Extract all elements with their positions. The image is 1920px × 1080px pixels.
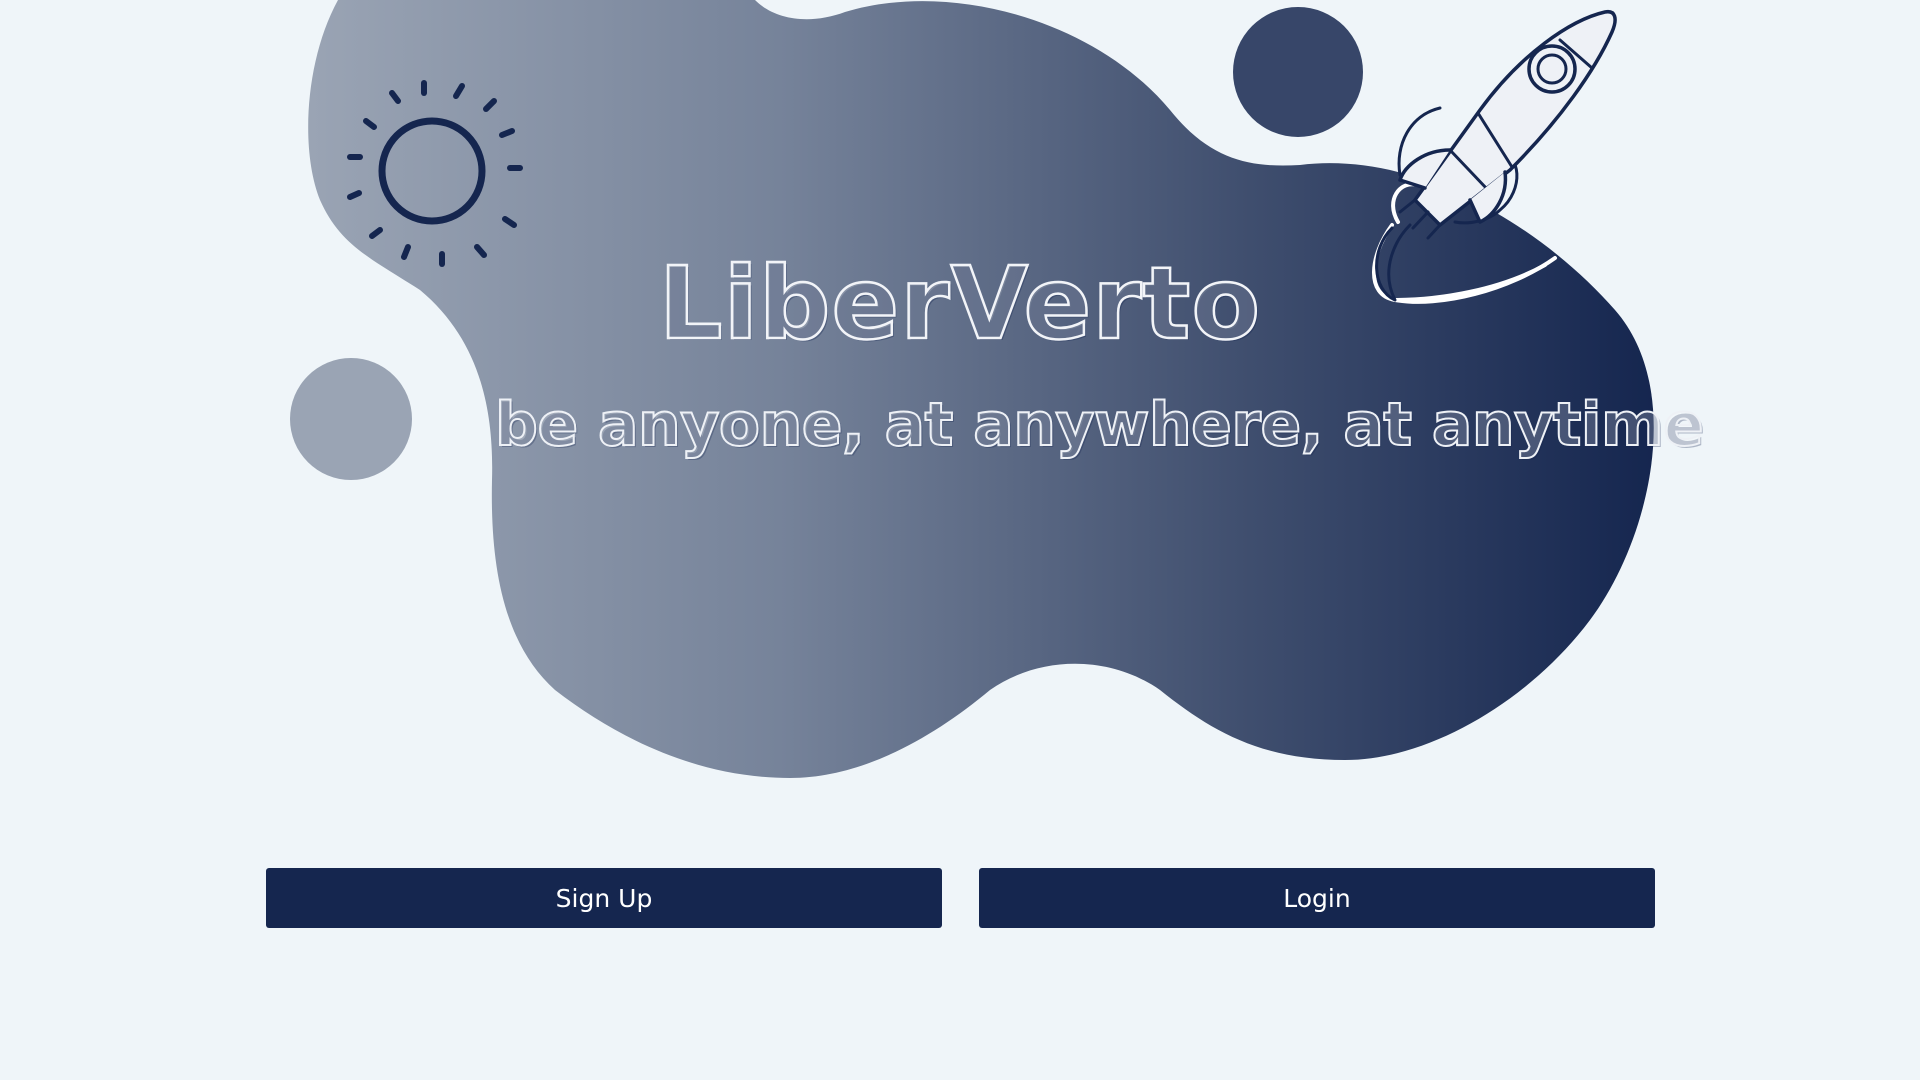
login-button[interactable]: Login — [979, 868, 1655, 928]
cloud-blob — [308, 0, 1654, 778]
app-tagline: be anyone, at anywhere, at anytime — [494, 389, 1705, 461]
decor-circle-light — [290, 358, 412, 480]
signup-button[interactable]: Sign Up — [266, 868, 942, 928]
decor-circle-dark — [1233, 7, 1363, 137]
landing-page: LiberVerto be anyone, at anywhere, at an… — [0, 0, 1920, 1080]
app-title: LiberVerto — [658, 244, 1262, 364]
